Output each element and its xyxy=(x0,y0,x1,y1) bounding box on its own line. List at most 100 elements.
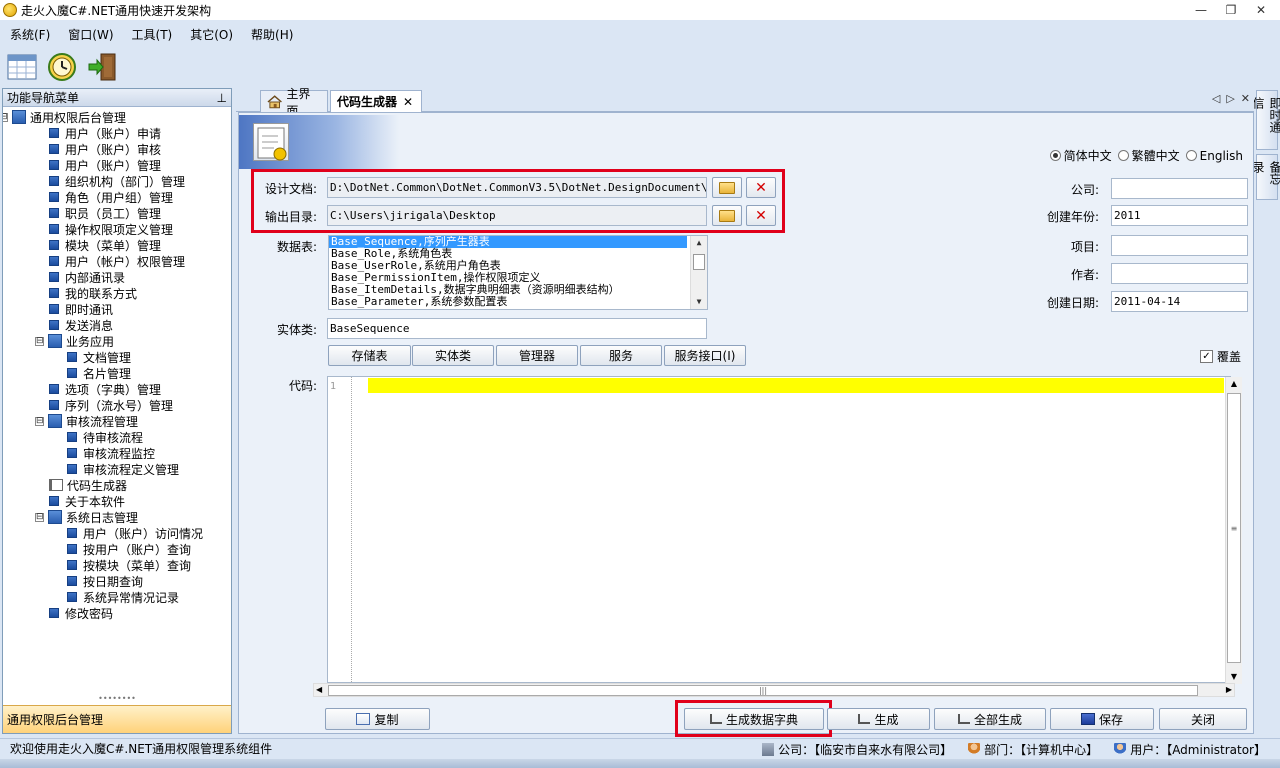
scroll-down-icon[interactable]: ▼ xyxy=(1226,670,1242,684)
side-tab-instant-message[interactable]: 即时通信 xyxy=(1251,90,1280,150)
sidebar-item[interactable]: 即时通讯 xyxy=(49,301,113,317)
sidebar-item[interactable]: 关于本软件 xyxy=(49,493,125,509)
sidebar-item[interactable]: 待审核流程 xyxy=(67,429,143,445)
entity-class-button[interactable]: 实体类 xyxy=(412,345,494,366)
close-button[interactable]: 关闭 xyxy=(1159,708,1247,730)
sidebar-item[interactable]: 模块（菜单）管理 xyxy=(49,237,161,253)
sidebar-item[interactable]: ⊟ 审核流程管理 xyxy=(35,413,138,429)
sidebar-item[interactable]: 序列（流水号）管理 xyxy=(49,397,173,413)
collapse-icon[interactable]: ⊟ xyxy=(35,336,44,346)
scroll-thumb[interactable] xyxy=(693,254,705,270)
nav-splitter-grip[interactable]: •••••••• xyxy=(3,695,231,703)
clock-icon[interactable] xyxy=(46,51,78,83)
sidebar-item[interactable]: 用户（帐户）权限管理 xyxy=(49,253,185,269)
side-tab-memo[interactable]: 备忘录 xyxy=(1251,154,1280,200)
restore-button[interactable]: ❐ xyxy=(1216,0,1246,20)
generate-all-button[interactable]: 全部生成 xyxy=(934,708,1046,730)
scroll-up-icon[interactable]: ▲ xyxy=(1226,377,1242,391)
exit-door-icon[interactable] xyxy=(86,51,118,83)
minimize-button[interactable]: — xyxy=(1186,0,1216,20)
overwrite-checkbox-row[interactable]: ✓ 覆盖 xyxy=(1199,348,1241,365)
module-icon xyxy=(49,128,59,138)
sidebar-item[interactable]: 代码生成器 xyxy=(49,477,127,493)
sidebar-item[interactable]: 审核流程定义管理 xyxy=(67,461,179,477)
sidebar-item[interactable]: 用户（账户）审核 xyxy=(49,141,161,157)
sidebar-item[interactable]: 文档管理 xyxy=(67,349,131,365)
tab-prev-icon[interactable]: ◁ xyxy=(1212,92,1220,105)
company-input[interactable] xyxy=(1111,178,1248,199)
sidebar-item[interactable]: 职员（员工）管理 xyxy=(49,205,161,221)
service-interface-button[interactable]: 服务接口(I) xyxy=(664,345,746,366)
sidebar-item[interactable]: 名片管理 xyxy=(67,365,131,381)
menu-help[interactable]: 帮助(H) xyxy=(241,26,301,43)
sidebar-item[interactable]: 用户（账户）申请 xyxy=(49,125,161,141)
generate-button[interactable]: 生成 xyxy=(827,708,930,730)
sidebar-item[interactable]: 内部通讯录 xyxy=(49,269,125,285)
sidebar-item[interactable]: 选项（字典）管理 xyxy=(49,381,161,397)
tab-close-all-icon[interactable]: ✕ xyxy=(1241,92,1250,105)
sidebar-item[interactable]: ⊟ 业务应用 xyxy=(35,333,114,349)
os-taskbar xyxy=(0,759,1280,768)
tab-main[interactable]: 主界面 xyxy=(260,87,328,118)
sidebar-item-label: 通用权限后台管理 xyxy=(30,110,127,125)
sidebar-item-label: 审核流程监控 xyxy=(83,446,156,461)
project-input[interactable] xyxy=(1111,235,1248,256)
table-listbox[interactable]: Base_Sequence,序列产生器表 Base_Role,系统角色表 Bas… xyxy=(328,235,708,310)
scroll-down-icon[interactable]: ▼ xyxy=(691,295,707,309)
sidebar-item[interactable]: 修改密码 xyxy=(49,605,113,621)
scroll-up-icon[interactable]: ▲ xyxy=(691,236,707,250)
save-icon xyxy=(1080,713,1095,725)
menu-system[interactable]: 系统(F) xyxy=(0,26,58,43)
overwrite-checkbox[interactable]: ✓ xyxy=(1199,350,1213,363)
storage-table-button[interactable]: 存储表 xyxy=(328,345,411,366)
sidebar-item-label: 内部通讯录 xyxy=(65,270,126,285)
tab-code-generator[interactable]: 代码生成器 ✕ xyxy=(330,90,422,112)
sidebar-item[interactable]: 系统异常情况记录 xyxy=(67,589,179,605)
spreadsheet-icon[interactable] xyxy=(6,51,38,83)
sidebar-item[interactable]: ⊟ 系统日志管理 xyxy=(35,509,138,525)
save-button[interactable]: 保存 xyxy=(1050,708,1154,730)
tab-next-icon[interactable]: ▷ xyxy=(1226,92,1234,105)
sidebar-item[interactable]: 审核流程监控 xyxy=(67,445,155,461)
scroll-thumb[interactable]: ||| xyxy=(328,685,1198,696)
code-editor[interactable]: 1 ▲ ≡ ▼ xyxy=(327,376,1242,684)
menu-window[interactable]: 窗口(W) xyxy=(58,26,121,43)
sidebar-item[interactable]: 操作权限项定义管理 xyxy=(49,221,173,237)
editor-horizontal-scrollbar[interactable]: ◀ ||| ▶ xyxy=(313,683,1235,697)
scroll-left-icon[interactable]: ◀ xyxy=(316,684,322,696)
close-window-button[interactable]: ✕ xyxy=(1246,0,1276,20)
collapse-icon[interactable]: ⊟ xyxy=(3,112,8,122)
listbox-scrollbar[interactable]: ▲ ▼ xyxy=(690,236,707,309)
nav-footer-section[interactable]: 通用权限后台管理 xyxy=(3,705,231,733)
date-input[interactable]: 2011-04-14 xyxy=(1111,291,1248,312)
sidebar-item[interactable]: 按模块（菜单）查询 xyxy=(67,557,191,573)
editor-vertical-scrollbar[interactable]: ▲ ≡ ▼ xyxy=(1225,377,1242,684)
sidebar-item[interactable]: 发送消息 xyxy=(49,317,113,333)
manager-button[interactable]: 管理器 xyxy=(496,345,578,366)
collapse-icon[interactable]: ⊟ xyxy=(35,416,44,426)
scroll-thumb[interactable]: ≡ xyxy=(1227,393,1241,663)
scroll-right-icon[interactable]: ▶ xyxy=(1226,684,1232,696)
sidebar-item[interactable]: 组织机构（部门）管理 xyxy=(49,173,185,189)
author-input[interactable] xyxy=(1111,263,1248,284)
collapse-icon[interactable]: ⊟ xyxy=(35,512,44,522)
radio-simplified-chinese[interactable]: 简体中文 xyxy=(1049,147,1112,164)
copy-button[interactable]: 复制 xyxy=(325,708,430,730)
sidebar-item[interactable]: 按日期查询 xyxy=(67,573,143,589)
sidebar-item[interactable]: 角色（用户组）管理 xyxy=(49,189,173,205)
sidebar-item[interactable]: 用户（账户）访问情况 xyxy=(67,525,203,541)
menu-other[interactable]: 其它(O) xyxy=(180,26,241,43)
sidebar-item[interactable]: 按用户（账户）查询 xyxy=(67,541,191,557)
service-button[interactable]: 服务 xyxy=(580,345,662,366)
year-input[interactable]: 2011 xyxy=(1111,205,1248,226)
sidebar-item[interactable]: 用户（账户）管理 xyxy=(49,157,161,173)
radio-traditional-chinese[interactable]: 繁體中文 xyxy=(1117,147,1180,164)
radio-english[interactable]: English xyxy=(1185,149,1243,163)
list-item[interactable]: Base_Parameter,系统参数配置表 xyxy=(329,296,707,308)
close-tab-icon[interactable]: ✕ xyxy=(403,95,413,109)
entity-input[interactable]: BaseSequence xyxy=(327,318,707,339)
sidebar-item[interactable]: ⊟ 通用权限后台管理 xyxy=(3,109,126,125)
menu-tools[interactable]: 工具(T) xyxy=(122,26,181,43)
pin-icon[interactable]: ⊥ xyxy=(217,91,227,105)
sidebar-item[interactable]: 我的联系方式 xyxy=(49,285,137,301)
